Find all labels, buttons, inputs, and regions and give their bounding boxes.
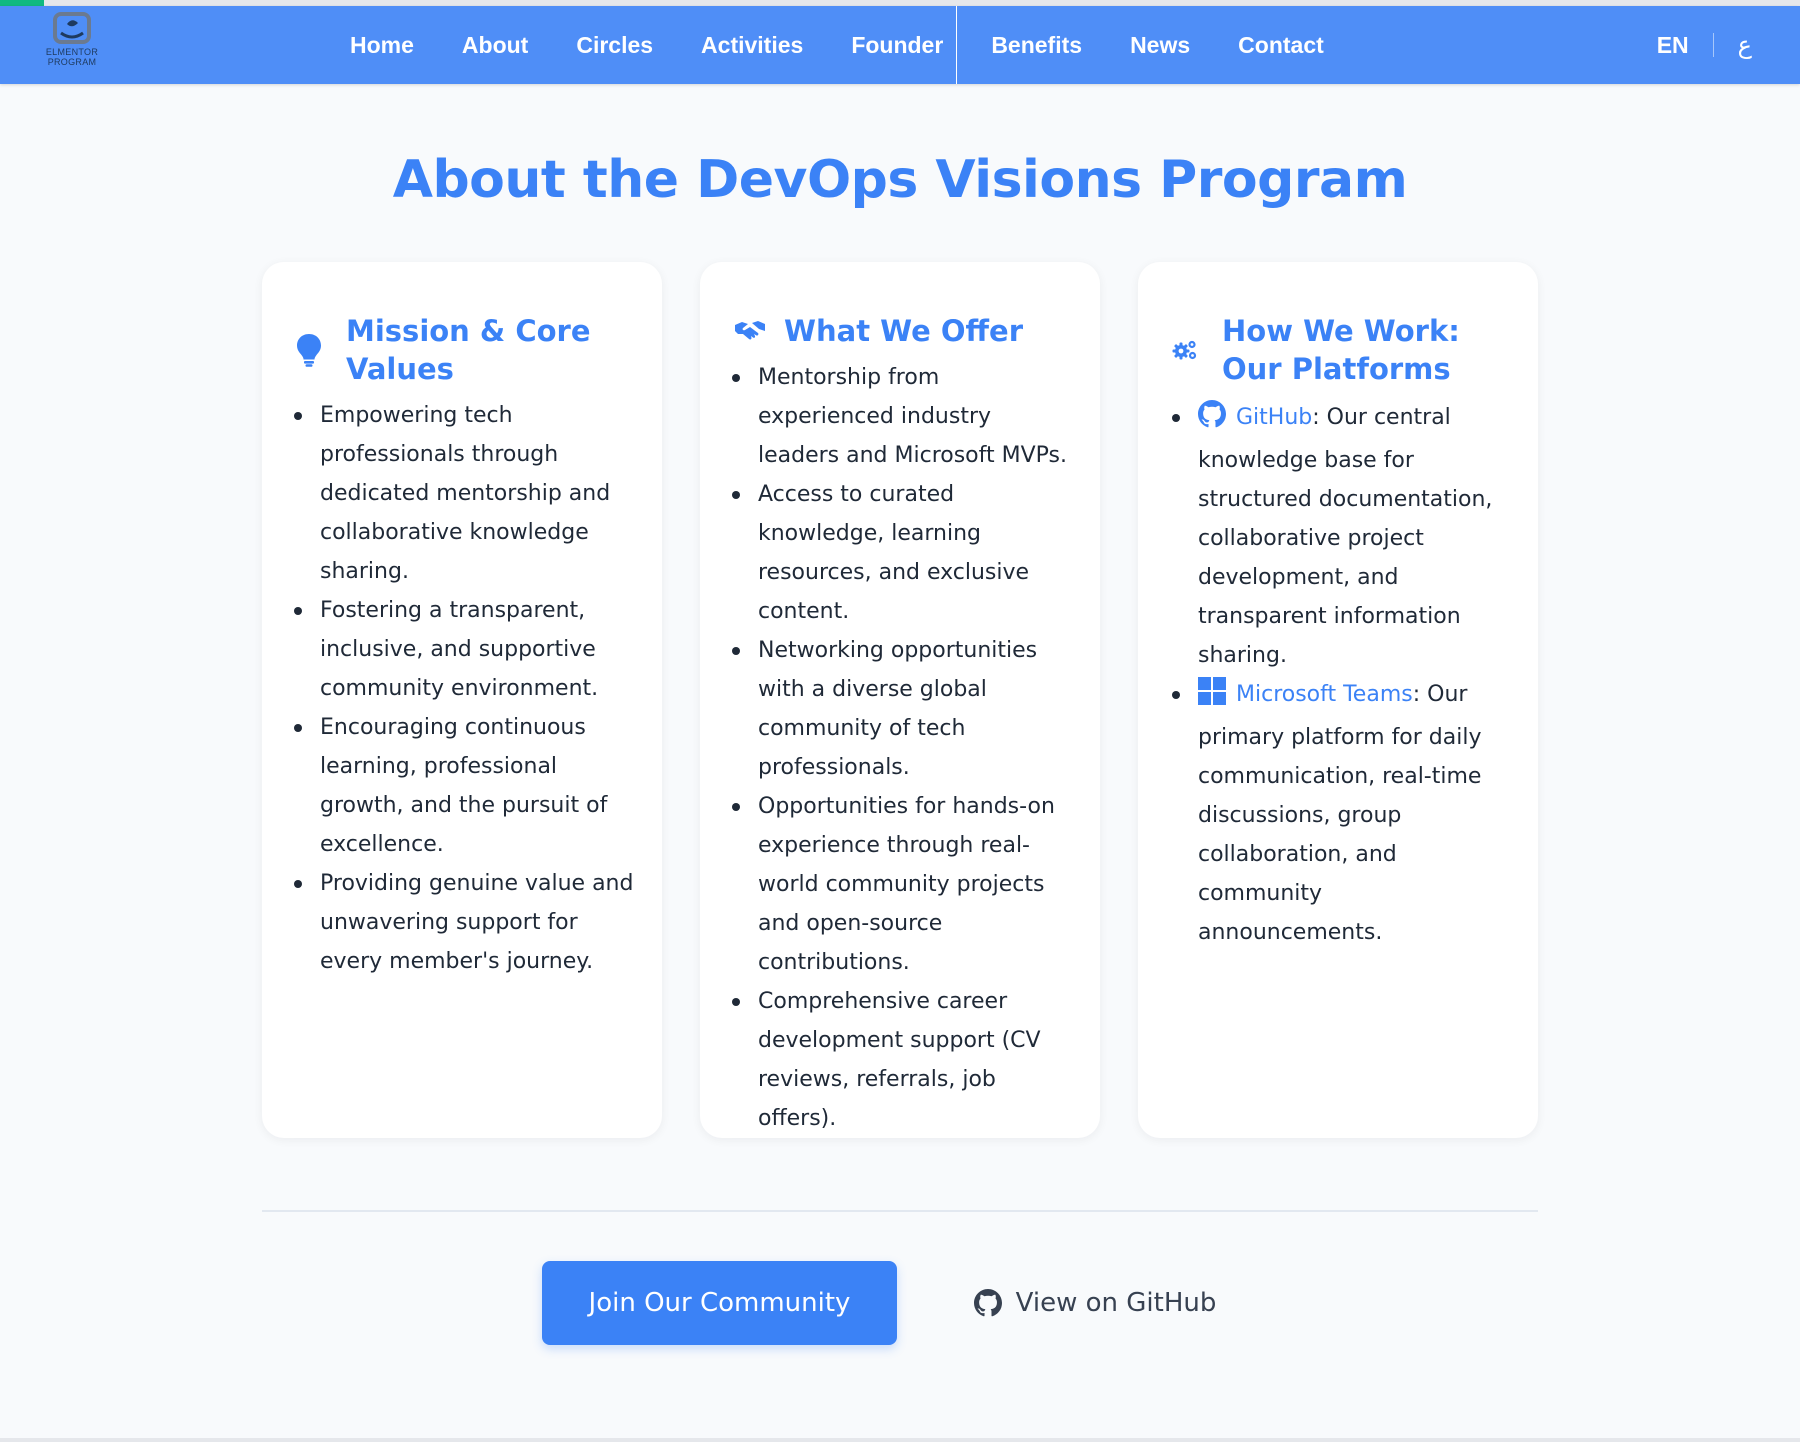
nav-link-contact[interactable]: Contact (1238, 32, 1324, 59)
platform-description: : Our central knowledge base for structu… (1198, 405, 1493, 668)
list-item: Comprehensive career development support… (732, 982, 1070, 1138)
offer-card: What We Offer Mentorship from experience… (700, 262, 1100, 1138)
logo-text-line1: ELMENTOR (45, 47, 99, 57)
card-title: How We Work: Our Platforms (1222, 314, 1460, 386)
platforms-card: How We Work: Our Platforms GitHub: Our c… (1138, 262, 1538, 1138)
list-item: Access to curated knowledge, learning re… (732, 475, 1070, 631)
github-icon (1198, 400, 1226, 441)
nav-link-activities[interactable]: Activities (701, 32, 803, 59)
platform-item-github: GitHub: Our central knowledge base for s… (1172, 398, 1508, 675)
github-link[interactable]: GitHub (1236, 405, 1312, 430)
nav-links: Home About Circles Activities Founder Be… (350, 6, 1372, 84)
list-item: Networking opportunities with a diverse … (732, 631, 1070, 787)
list-item: Encouraging continuous learning, profess… (294, 708, 634, 864)
page-title: About the DevOps Visions Program (392, 150, 1408, 210)
mission-card: Mission & Core Values Empowering tech pr… (262, 262, 662, 1138)
list-item: Opportunities for hands-on experience th… (732, 787, 1070, 982)
view-on-github-button[interactable]: View on GitHub (960, 1261, 1230, 1345)
main-navbar: ELMENTOR PROGRAM Home About Circles Acti… (0, 6, 1800, 84)
platform-description: : Our primary platform for daily communi… (1198, 682, 1482, 945)
windows-icon (1198, 677, 1226, 718)
join-community-button[interactable]: Join Our Community (542, 1261, 897, 1345)
list-item: Providing genuine value and unwavering s… (294, 864, 634, 981)
card-title: Mission & Core Values (346, 314, 591, 386)
card-header: How We Work: Our Platforms (1172, 312, 1518, 388)
list-item: Empowering tech professionals through de… (294, 396, 634, 591)
list-item: Fostering a transparent, inclusive, and … (294, 591, 634, 708)
card-header: What We Offer (734, 312, 1080, 350)
list-item: Mentorship from experienced industry lea… (732, 358, 1070, 475)
gears-icon (1172, 339, 1222, 361)
nav-link-about[interactable]: About (462, 32, 528, 59)
lang-separator (1712, 33, 1714, 57)
github-icon (973, 1289, 1002, 1317)
nav-divider (956, 6, 957, 84)
logo-text-line2: PROGRAM (47, 57, 97, 67)
page-bottom-edge (0, 1438, 1800, 1442)
nav-link-circles[interactable]: Circles (576, 32, 653, 59)
site-logo[interactable]: ELMENTOR PROGRAM (40, 11, 104, 77)
microsoft-teams-link[interactable]: Microsoft Teams (1236, 682, 1413, 707)
offer-list: Mentorship from experienced industry lea… (732, 358, 1070, 1138)
language-switcher: EN ع (1657, 6, 1752, 84)
nav-link-home[interactable]: Home (350, 32, 414, 59)
mission-list: Empowering tech professionals through de… (294, 396, 634, 981)
nav-link-news[interactable]: News (1130, 32, 1190, 59)
platforms-list: GitHub: Our central knowledge base for s… (1172, 398, 1508, 952)
lang-ar-option[interactable]: ع (1738, 31, 1752, 59)
section-divider (262, 1210, 1538, 1212)
platform-item-teams: Microsoft Teams: Our primary platform fo… (1172, 675, 1508, 952)
card-header: Mission & Core Values (296, 312, 642, 388)
card-title: What We Offer (784, 314, 1023, 348)
logo-mark-icon (53, 12, 91, 44)
handshake-icon (734, 319, 784, 343)
view-on-github-label: View on GitHub (1015, 1288, 1217, 1318)
lightbulb-icon (296, 333, 346, 367)
nav-link-founder[interactable]: Founder (851, 32, 943, 59)
nav-link-benefits[interactable]: Benefits (991, 32, 1082, 59)
lang-en-option[interactable]: EN (1657, 32, 1689, 59)
